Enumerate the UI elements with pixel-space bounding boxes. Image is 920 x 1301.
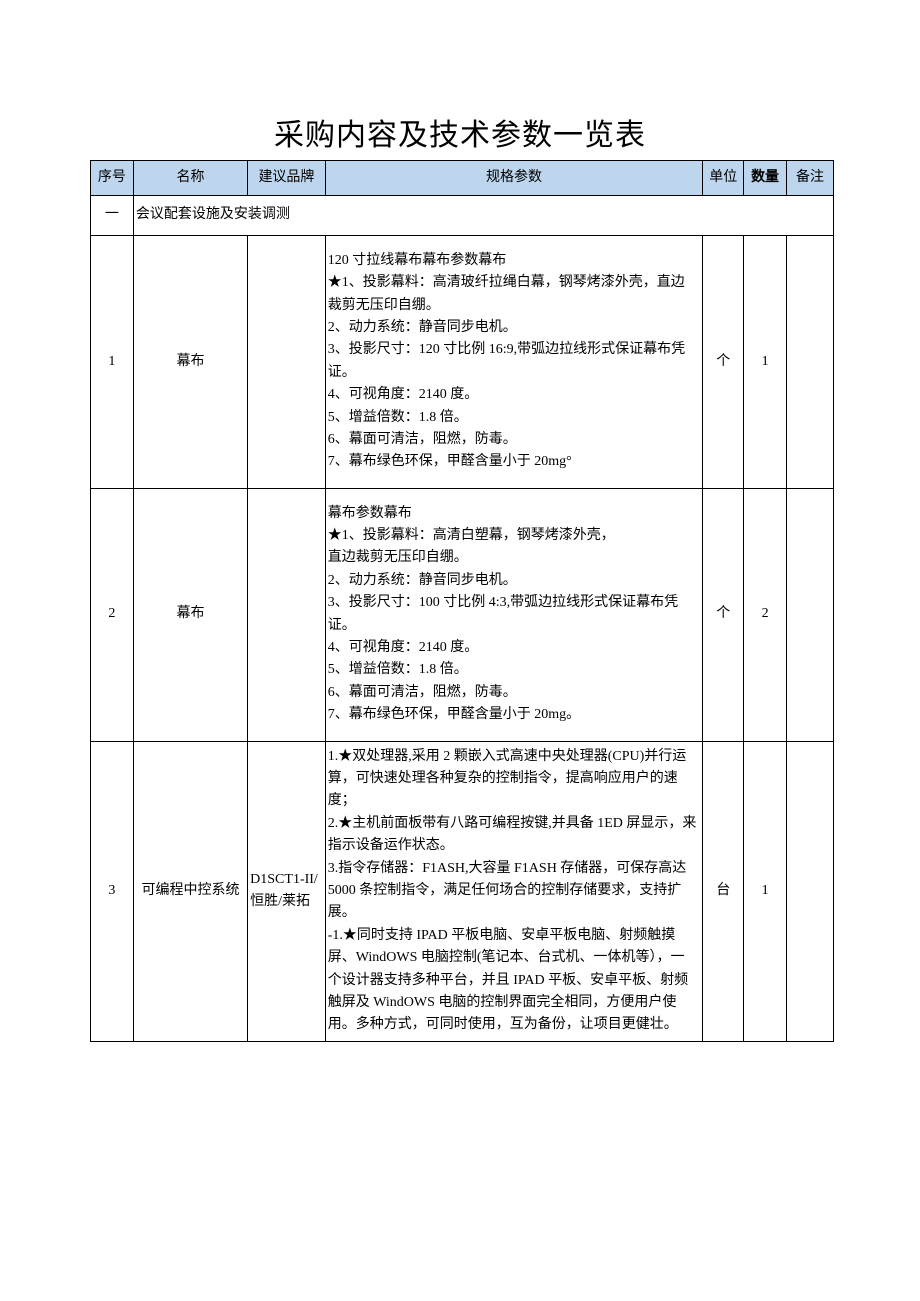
spec-line: 2、动力系统：静音同步电机。 (328, 317, 699, 339)
cell-qty: 2 (744, 488, 787, 741)
cell-name: 幕布 (133, 235, 247, 488)
spec-line: 5、增益倍数：1.8 倍。 (328, 659, 699, 681)
cell-no: 3 (91, 741, 134, 1041)
spec-table: 序号 名称 建议品牌 规格参数 单位 数量 备注 一 会议配套设施及安装调测 1… (90, 160, 834, 1042)
header-note: 备注 (787, 161, 834, 196)
cell-spec: 120 寸拉线幕布幕布参数幕布 ★1、投影幕料：高清玻纤拉绳白幕，钢琴烤漆外壳，… (325, 235, 703, 488)
cell-spec: 1.★双处理器,采用 2 颗嵌入式高速中央处理器(CPU)并行运算，可快速处理各… (325, 741, 703, 1041)
cell-unit: 个 (703, 488, 744, 741)
spec-line: 120 寸拉线幕布幕布参数幕布 (328, 250, 699, 272)
spec-line: 1.★双处理器,采用 2 颗嵌入式高速中央处理器(CPU)并行运算，可快速处理各… (328, 746, 699, 813)
header-brand: 建议品牌 (248, 161, 326, 196)
spec-line: 7、幕布绿色环保，甲醛含量小于 20mg。 (328, 704, 699, 726)
spec-line: 2、动力系统：静音同步电机。 (328, 570, 699, 592)
section-title: 会议配套设施及安装调测 (133, 196, 833, 235)
spec-line: 幕布参数幕布 (328, 503, 699, 525)
cell-note (787, 235, 834, 488)
cell-no: 1 (91, 235, 134, 488)
cell-unit: 个 (703, 235, 744, 488)
cell-brand: D1SCT1-II/恒胜/莱拓 (248, 741, 326, 1041)
cell-name: 幕布 (133, 488, 247, 741)
cell-qty: 1 (744, 741, 787, 1041)
header-spec: 规格参数 (325, 161, 703, 196)
spec-line: 直边裁剪无压印自绷。 (328, 547, 699, 569)
cell-spec: 幕布参数幕布 ★1、投影幕料：高清白塑幕，钢琴烤漆外壳， 直边裁剪无压印自绷。 … (325, 488, 703, 741)
table-row: 1 幕布 120 寸拉线幕布幕布参数幕布 ★1、投影幕料：高清玻纤拉绳白幕，钢琴… (91, 235, 834, 488)
spec-line: 6、幕面可清洁，阻燃，防毒。 (328, 682, 699, 704)
cell-unit: 台 (703, 741, 744, 1041)
cell-note (787, 488, 834, 741)
cell-brand (248, 235, 326, 488)
spec-line: 3.指令存储器：F1ASH,大容量 F1ASH 存储器，可保存高达 5000 条… (328, 858, 699, 925)
spec-line: 4、可视角度：2140 度。 (328, 637, 699, 659)
cell-name: 可编程中控系统 (133, 741, 247, 1041)
spec-line: ★1、投影幕料：高清白塑幕，钢琴烤漆外壳， (328, 525, 699, 547)
section-no: 一 (91, 196, 134, 235)
spec-line: 3、投影尺寸：120 寸比例 16:9,带弧边拉线形式保证幕布凭证。 (328, 339, 699, 384)
spec-line: 4、可视角度：2140 度。 (328, 384, 699, 406)
table-row: 2 幕布 幕布参数幕布 ★1、投影幕料：高清白塑幕，钢琴烤漆外壳， 直边裁剪无压… (91, 488, 834, 741)
spec-line: 2.★主机前面板带有八路可编程按键,并具备 1ED 屏显示，来指示设备运作状态。 (328, 813, 699, 858)
header-qty: 数量 (744, 161, 787, 196)
cell-no: 2 (91, 488, 134, 741)
cell-brand (248, 488, 326, 741)
header-name: 名称 (133, 161, 247, 196)
section-row: 一 会议配套设施及安装调测 (91, 196, 834, 235)
cell-note (787, 741, 834, 1041)
spec-line: 5、增益倍数：1.8 倍。 (328, 407, 699, 429)
spec-line: 3、投影尺寸：100 寸比例 4:3,带弧边拉线形式保证幕布凭证。 (328, 592, 699, 637)
spec-line: 7、幕布绿色环保，甲醛含量小于 20mg° (328, 451, 699, 473)
spec-line: -1.★同时支持 IPAD 平板电脑、安卓平板电脑、射频触摸屏、WindOWS … (328, 925, 699, 1037)
header-no: 序号 (91, 161, 134, 196)
header-unit: 单位 (703, 161, 744, 196)
table-header-row: 序号 名称 建议品牌 规格参数 单位 数量 备注 (91, 161, 834, 196)
cell-qty: 1 (744, 235, 787, 488)
spec-line: ★1、投影幕料：高清玻纤拉绳白幕，钢琴烤漆外壳，直边裁剪无压印自绷。 (328, 272, 699, 317)
spec-line: 6、幕面可清洁，阻燃，防毒。 (328, 429, 699, 451)
page-title: 采购内容及技术参数一览表 (0, 110, 920, 154)
document-page: 采购内容及技术参数一览表 序号 名称 建议品牌 规格参数 单位 数量 备注 (0, 0, 920, 1042)
table-row: 3 可编程中控系统 D1SCT1-II/恒胜/莱拓 1.★双处理器,采用 2 颗… (91, 741, 834, 1041)
